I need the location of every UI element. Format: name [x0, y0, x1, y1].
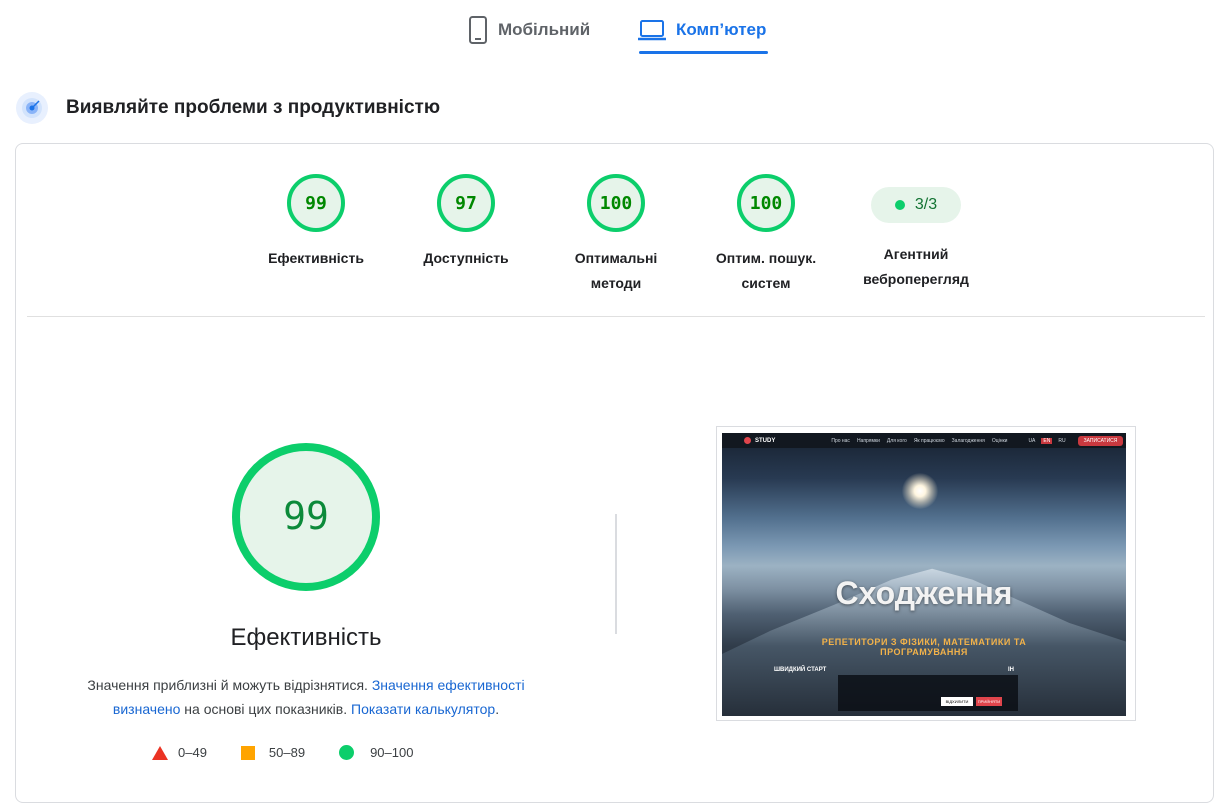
- performance-big-score: 99: [283, 494, 329, 538]
- legend-fail: 0–49: [152, 745, 207, 760]
- gauge-accessibility[interactable]: 97 Доступність: [406, 172, 526, 271]
- legend-pass: 90–100: [339, 745, 413, 760]
- gauge-agentic-label: Агентний веброперегляд: [856, 242, 976, 292]
- gauge-seo-label-line1: Оптим. пошук.: [715, 250, 817, 266]
- screenshot-quick-start: ШВИДКИЙ СТАРТ: [774, 667, 827, 673]
- card-divider: [27, 316, 1205, 317]
- screenshot-nav-link: Напрямки: [856, 437, 880, 444]
- performance-note: Значення приблизні й можуть відрізнятися…: [56, 673, 556, 721]
- tab-desktop[interactable]: Комп’ютер: [638, 8, 766, 52]
- section-title: Виявляйте проблеми з продуктивністю: [66, 97, 441, 118]
- tab-desktop-label: Комп’ютер: [676, 20, 767, 39]
- gauge-accessibility-ring: 97: [437, 174, 495, 232]
- gauge-agentic-label-line2: веброперегляд: [863, 271, 969, 287]
- logo-mark-icon: [744, 437, 751, 444]
- screenshot-quick-right: ІН: [1008, 667, 1014, 673]
- performance-big-gauge: 99: [231, 442, 381, 597]
- screenshot-accept-button: ПРИЙНЯТИ: [976, 697, 1002, 706]
- screenshot-nav-links: Про нас Напрямки Для кого Як працюємо За…: [831, 438, 1014, 444]
- note-prefix: Значення приблизні й можуть відрізнятися…: [87, 677, 368, 693]
- legend-average-range: 50–89: [268, 745, 306, 760]
- gauge-performance[interactable]: 99 Ефективність: [256, 172, 376, 271]
- screenshot-nav-link: Для кого: [886, 437, 907, 444]
- legend-fail-range: 0–49: [178, 745, 207, 760]
- gauge-performance-ring: 99: [287, 174, 345, 232]
- gauge-seo[interactable]: 100 Оптим. пошук. систем: [706, 172, 826, 296]
- note-middle: на основі цих показників.: [184, 701, 348, 717]
- gauge-best-practices-label: Оптимальні методи: [556, 246, 676, 296]
- screenshot-hero-title: Сходження: [835, 575, 1013, 611]
- svg-text:99: 99: [305, 193, 327, 214]
- screenshot-lang: RU: [1058, 437, 1066, 444]
- agentic-badge: 3/3: [871, 187, 961, 223]
- note-end: .: [495, 701, 500, 717]
- triangle-icon: [152, 745, 168, 760]
- gauge-agentic-label-line1: Агентний: [883, 246, 949, 262]
- gauge-best-practices-ring: 100: [587, 174, 645, 232]
- vertical-separator: [615, 514, 617, 634]
- performance-title: Ефективність: [230, 624, 382, 651]
- screenshot-nav-link: Про нас: [831, 437, 850, 444]
- square-icon: [240, 745, 255, 760]
- tab-mobile-label: Мобільний: [498, 20, 591, 39]
- screenshot-sun: [902, 473, 938, 509]
- device-tabs: Мобільний Комп’ютер: [0, 0, 1221, 56]
- legend-pass-range: 90–100: [370, 745, 414, 760]
- gauge-seo-ring: 100: [737, 174, 795, 232]
- page-screenshot-thumbnail: STUDY Про нас Напрямки Для кого Як працю…: [716, 426, 1136, 721]
- pass-dot-icon: [894, 200, 905, 210]
- screenshot-lang-switch: UA EN RU: [1026, 437, 1071, 444]
- screenshot-logo-text: STUDY: [755, 437, 776, 444]
- screenshot-nav: STUDY Про нас Напрямки Для кого Як працю…: [722, 433, 1126, 448]
- screenshot-cta: ЗАПИСАТИСЯ: [1077, 435, 1124, 446]
- active-tab-indicator: [639, 51, 768, 54]
- screenshot-lang: UA: [1028, 437, 1036, 444]
- agentic-badge-value: 3/3: [914, 196, 938, 213]
- screenshot-subtitle: РЕПЕТИТОРИ З ФІЗИКИ, МАТЕМАТИКИ ТА ПРОГР…: [821, 637, 1027, 657]
- screenshot-lang-active: EN: [1041, 437, 1053, 444]
- screenshot-nav-link: Як працюємо: [913, 437, 945, 444]
- gauge-seo-label: Оптим. пошук. систем: [706, 246, 826, 296]
- screenshot-site: STUDY Про нас Напрямки Для кого Як працю…: [722, 433, 1126, 716]
- gauge-performance-label: Ефективність: [268, 250, 364, 266]
- svg-text:97: 97: [455, 193, 477, 214]
- score-legend: 0–49 50–89 90–100: [152, 745, 447, 760]
- radar-icon: [16, 92, 48, 124]
- screenshot-nav-link: Залагодження: [951, 437, 985, 444]
- gauge-best-practices-label-line1: Оптимальні: [574, 250, 658, 266]
- screenshot-decline-button: ВІДХИЛИТИ: [941, 697, 973, 706]
- gauge-accessibility-label: Доступність: [423, 250, 509, 266]
- laptop-icon: [638, 19, 666, 41]
- gauge-agentic-browsing[interactable]: 3/3 Агентний веброперегляд: [856, 172, 976, 292]
- circle-icon: [339, 745, 355, 760]
- tab-mobile[interactable]: Мобільний: [468, 8, 590, 52]
- phone-icon: [468, 16, 488, 44]
- section-header: Виявляйте проблеми з продуктивністю: [16, 90, 440, 126]
- svg-text:100: 100: [600, 193, 633, 214]
- calculator-link[interactable]: Показати калькулятор: [351, 701, 495, 717]
- gauge-best-practices[interactable]: 100 Оптимальні методи: [556, 172, 676, 296]
- legend-average: 50–89: [240, 745, 306, 760]
- gauge-best-practices-label-line2: методи: [590, 275, 642, 291]
- gauge-seo-label-line2: систем: [741, 275, 791, 291]
- screenshot-logo: STUDY: [744, 437, 775, 444]
- screenshot-nav-link: Оцінки: [991, 437, 1008, 444]
- svg-text:100: 100: [750, 193, 783, 214]
